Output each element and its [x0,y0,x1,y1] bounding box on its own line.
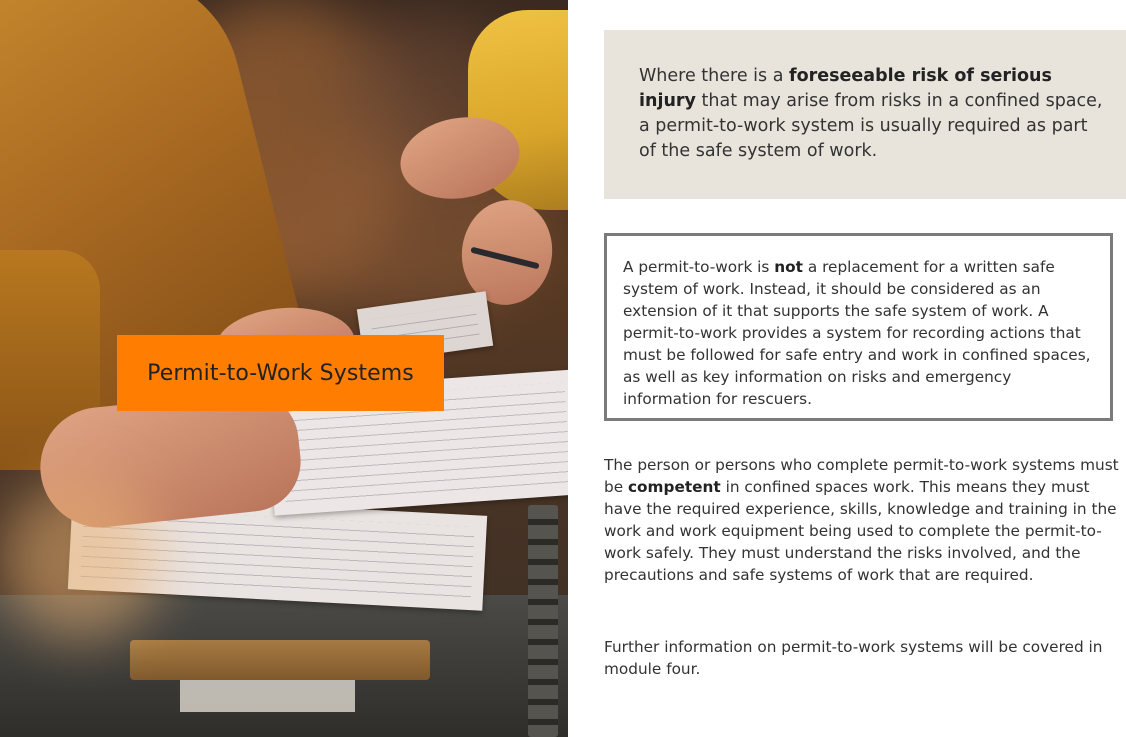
clipboard-label [180,680,355,712]
risk-callout: Where there is a foreseeable risk of ser… [604,30,1126,199]
clipboard-rail [528,505,558,737]
clipboard-slot [130,640,430,680]
permit-note-box: A permit-to-work is not a replacement fo… [604,233,1113,421]
emphasis: not [774,258,803,276]
risk-callout-text: Where there is a foreseeable risk of ser… [639,66,1103,161]
emphasis: competent [627,478,721,496]
further-info-paragraph: Further information on permit-to-work sy… [604,638,1103,678]
permit-note-text: A permit-to-work is not a replacement fo… [623,258,1091,408]
page-title: Permit-to-Work Systems [147,360,414,386]
title-banner: Permit-to-Work Systems [117,335,444,411]
photo-light-flare [0,480,160,640]
competence-paragraph: The person or persons who complete permi… [604,456,1119,584]
